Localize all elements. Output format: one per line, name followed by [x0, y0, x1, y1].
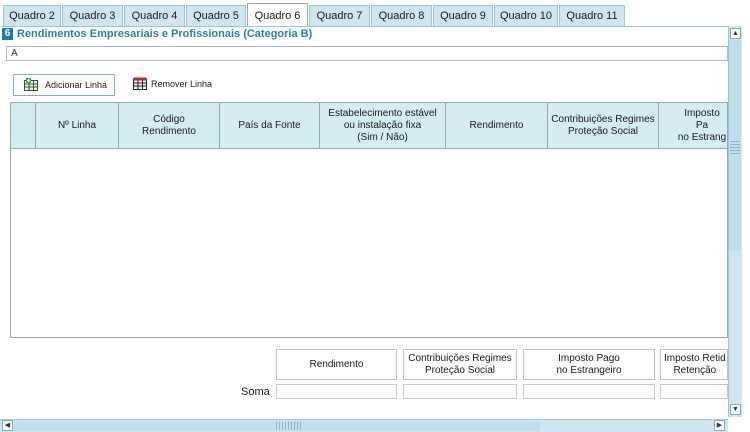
- col-header-imposto-pago: Imposto Pa no Estrang: [677, 107, 727, 143]
- total-imposto-pago-field[interactable]: [523, 384, 655, 399]
- tab-quadro-4[interactable]: Quadro 4: [124, 5, 185, 26]
- field-a-input[interactable]: A: [6, 46, 728, 61]
- section-header: 6 Rendimentos Empresariais e Profissiona…: [1, 26, 728, 41]
- total-rendimento-field[interactable]: [276, 384, 397, 399]
- total-contribuicoes-field[interactable]: [403, 384, 517, 399]
- scroll-right-icon[interactable]: ▶: [714, 420, 725, 431]
- add-line-label: Adicionar Linha: [45, 80, 108, 90]
- total-header-rendimento: Rendimento: [276, 349, 397, 380]
- col-header-estabelecimento: Estabelecimento estável ou instalação fi…: [320, 103, 446, 148]
- row-selector-header: [11, 103, 36, 148]
- tab-quadro-7[interactable]: Quadro 7: [309, 5, 370, 26]
- tab-quadro-5[interactable]: Quadro 5: [186, 5, 246, 26]
- scroll-left-icon[interactable]: ◀: [2, 420, 13, 431]
- scroll-down-icon[interactable]: ▼: [730, 404, 741, 415]
- col-header-pais-fonte: País da Fonte: [220, 103, 320, 148]
- tab-quadro-9[interactable]: Quadro 9: [433, 5, 493, 26]
- col-header-rendimento: Rendimento: [446, 103, 548, 148]
- field-a-label: A: [11, 48, 18, 59]
- table-header: Nº Linha Código Rendimento País da Fonte…: [11, 103, 727, 149]
- col-header-codigo-rendimento: Código Rendimento: [119, 103, 220, 148]
- tab-quadro-11[interactable]: Quadro 11: [559, 5, 625, 26]
- col-header-contribuicoes: Contribuições Regimes Proteção Social: [548, 103, 659, 148]
- remove-row-icon: [133, 77, 147, 90]
- remove-line-label: Remover Linha: [151, 79, 213, 89]
- add-line-button[interactable]: Adicionar Linha: [13, 74, 115, 96]
- vertical-scroll-thumb[interactable]: [729, 40, 741, 250]
- total-imposto-retido-field[interactable]: [660, 384, 728, 399]
- section-number-badge: 6: [2, 28, 13, 40]
- tab-quadro-3[interactable]: Quadro 3: [62, 5, 123, 26]
- add-row-icon: [24, 78, 38, 91]
- data-table[interactable]: Nº Linha Código Rendimento País da Fonte…: [10, 102, 728, 338]
- remove-line-button[interactable]: Remover Linha: [123, 74, 223, 96]
- soma-label: Soma: [241, 386, 270, 398]
- total-header-contribuicoes: Contribuições Regimes Proteção Social: [403, 349, 517, 380]
- section-title: Rendimentos Empresariais e Profissionais…: [17, 28, 313, 40]
- scroll-up-icon[interactable]: ▲: [730, 28, 741, 39]
- tab-bar: Quadro 2 Quadro 3 Quadro 4 Quadro 5 Quad…: [0, 0, 750, 27]
- tab-quadro-6[interactable]: Quadro 6: [247, 3, 308, 27]
- tab-quadro-2[interactable]: Quadro 2: [3, 5, 61, 26]
- tab-quadro-10[interactable]: Quadro 10: [494, 5, 558, 26]
- vertical-scrollbar[interactable]: ▲ ▼: [728, 26, 742, 417]
- total-header-imposto-pago: Imposto Pago no Estrangeiro: [523, 349, 655, 380]
- total-header-imposto-retido: Imposto Retid Retenção: [660, 349, 728, 380]
- horizontal-scroll-thumb[interactable]: [14, 421, 540, 431]
- tab-quadro-8[interactable]: Quadro 8: [371, 5, 432, 26]
- col-header-n-linha: Nº Linha: [36, 103, 119, 148]
- horizontal-scrollbar[interactable]: ◀ ▶: [0, 419, 728, 432]
